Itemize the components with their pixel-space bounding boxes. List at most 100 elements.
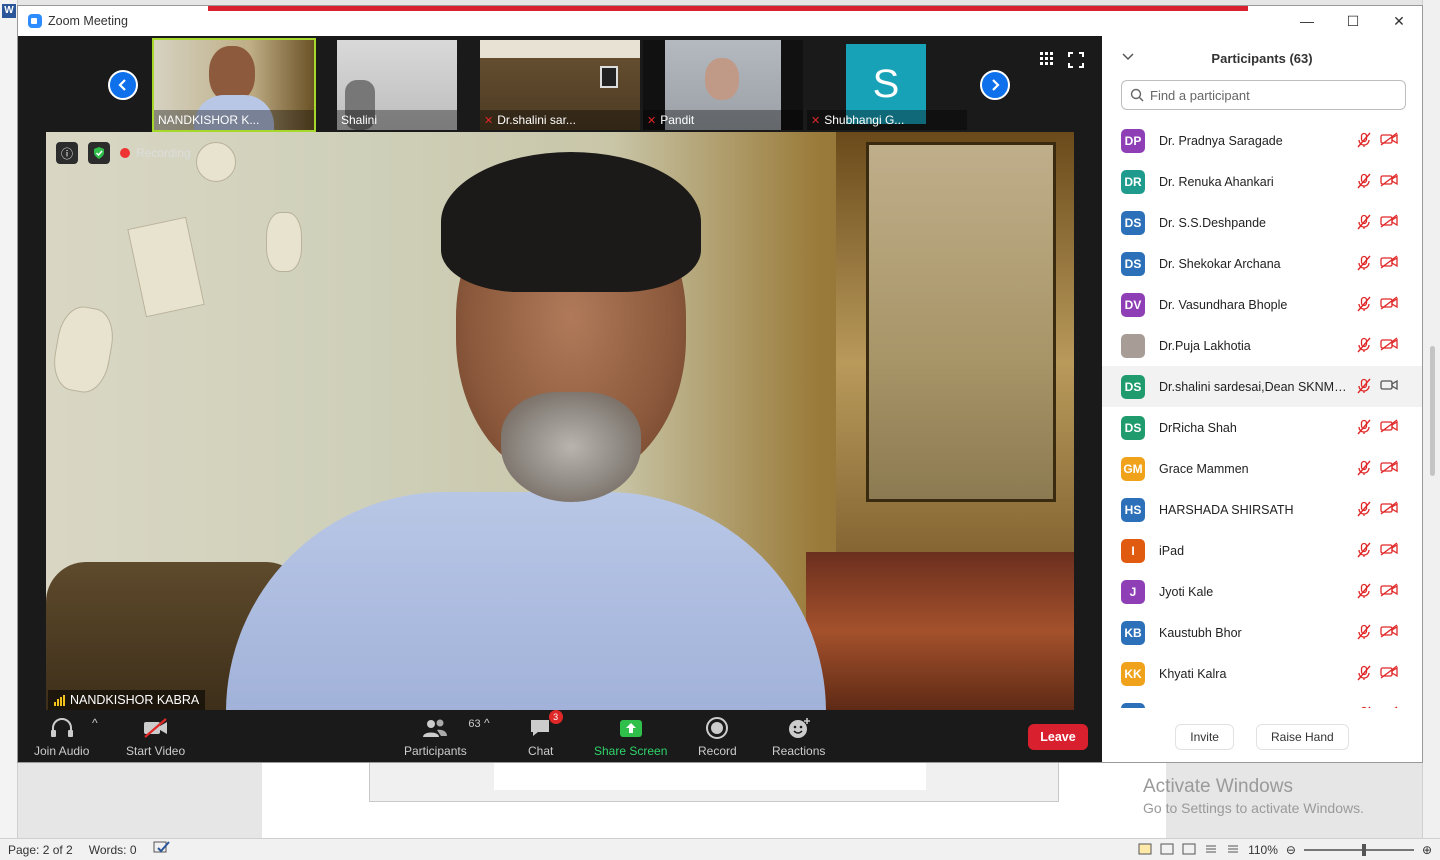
- participant-avatar: DR: [1121, 169, 1145, 194]
- collapse-panel-icon[interactable]: [1122, 50, 1134, 64]
- print-layout-icon[interactable]: [1138, 843, 1152, 858]
- grid-view-icon[interactable]: [1040, 52, 1054, 73]
- participant-row[interactable]: DP Dr. Pradnya Saragade: [1102, 120, 1422, 161]
- prev-page-button[interactable]: [108, 70, 138, 100]
- participant-row[interactable]: DV Dr. Vasundhara Bhople: [1102, 284, 1422, 325]
- participant-row[interactable]: Dr.Puja Lakhotia: [1102, 325, 1422, 366]
- participant-name: iPad: [1159, 543, 1185, 558]
- outline-icon[interactable]: [1204, 843, 1218, 858]
- reactions-icon: [788, 718, 810, 738]
- participant-name: Dr. Renuka Ahankari: [1159, 174, 1274, 189]
- participant-row[interactable]: MK Maithili Kulkarni: [1102, 694, 1422, 708]
- recording-indicator[interactable]: Recording: [120, 146, 191, 160]
- participant-row[interactable]: DS Dr.shalini sardesai,Dean SKNMC...: [1102, 366, 1422, 407]
- participant-list-scrollbar[interactable]: [1430, 346, 1435, 476]
- participant-status: [1356, 173, 1398, 192]
- thumbnail-video[interactable]: ✕ Dr.shalini sar...: [480, 40, 640, 130]
- word-count[interactable]: Words: 0: [81, 843, 145, 857]
- proofing-icon[interactable]: [145, 841, 179, 858]
- participant-name: Dr. Shekokar Archana: [1159, 256, 1281, 271]
- zoom-in-icon[interactable]: ⊕: [1422, 843, 1432, 857]
- leave-button[interactable]: Leave: [1028, 724, 1088, 750]
- participants-options-caret[interactable]: ^: [484, 716, 490, 730]
- raise-hand-button[interactable]: Raise Hand: [1255, 724, 1349, 750]
- video-off-icon: [1380, 337, 1398, 356]
- participant-row[interactable]: DS DrRicha Shah: [1102, 407, 1422, 448]
- participant-status: [1356, 214, 1398, 233]
- join-audio-button[interactable]: Join Audio: [34, 716, 89, 758]
- video-off-icon: [1380, 337, 1398, 351]
- share-screen-button[interactable]: Share Screen: [594, 716, 667, 758]
- reactions-button[interactable]: Reactions: [772, 716, 825, 758]
- participant-status: [1356, 706, 1398, 708]
- next-page-button[interactable]: [980, 70, 1010, 100]
- search-input[interactable]: [1150, 87, 1400, 103]
- participant-avatar: MK: [1121, 702, 1145, 708]
- participants-button[interactable]: 63 Participants: [404, 716, 481, 758]
- draft-icon[interactable]: [1226, 843, 1240, 858]
- muted-mic-icon: [1356, 132, 1372, 151]
- security-shield-icon[interactable]: [88, 142, 110, 164]
- word-nested-page: [494, 762, 926, 790]
- participant-row[interactable]: DS Dr. S.S.Deshpande: [1102, 202, 1422, 243]
- thumbnail-avatar[interactable]: S ✕ Shubhangi G...: [807, 40, 967, 130]
- participant-row[interactable]: HS HARSHADA SHIRSATH: [1102, 489, 1422, 530]
- participant-name: Dr. Pradnya Saragade: [1159, 133, 1283, 148]
- video-off-icon: [1380, 296, 1398, 310]
- close-button[interactable]: ✕: [1376, 6, 1422, 36]
- page-count[interactable]: Page: 2 of 2: [0, 843, 81, 857]
- signal-bars-icon: [54, 694, 65, 706]
- video-off-icon: [1380, 624, 1398, 643]
- muted-mic-icon: [1356, 706, 1372, 708]
- thumbnail-name: ✕ Dr.shalini sar...: [480, 110, 640, 130]
- participant-avatar: GM: [1121, 456, 1145, 481]
- read-mode-icon[interactable]: [1160, 843, 1174, 858]
- participant-row[interactable]: GM Grace Mammen: [1102, 448, 1422, 489]
- participant-name: Dr. Vasundhara Bhople: [1159, 297, 1288, 312]
- record-button[interactable]: Record: [698, 716, 737, 758]
- start-video-button[interactable]: Start Video: [126, 716, 185, 758]
- participant-row[interactable]: IiPad: [1102, 530, 1422, 571]
- zoom-level[interactable]: 110%: [1248, 843, 1278, 857]
- participant-avatar: I: [1121, 538, 1145, 563]
- maximize-button[interactable]: ☐: [1330, 6, 1376, 36]
- video-off-icon: [1394, 706, 1398, 708]
- thumbnail-name: Shalini: [337, 110, 457, 130]
- muted-mic-icon: [1356, 337, 1372, 356]
- muted-mic-icon: [1356, 460, 1372, 479]
- chat-button[interactable]: 3 Chat: [528, 710, 563, 758]
- participant-search[interactable]: [1121, 80, 1406, 110]
- participant-name: Grace Mammen: [1159, 461, 1249, 476]
- participant-row[interactable]: KK Khyati Kalra: [1102, 653, 1422, 694]
- thumbnail-video[interactable]: Shalini: [337, 40, 457, 130]
- participant-row[interactable]: KB Kaustubh Bhor: [1102, 612, 1422, 653]
- thumbnail-video[interactable]: ✕ Pandit: [643, 40, 803, 130]
- zoom-out-icon[interactable]: ⊖: [1286, 843, 1296, 857]
- web-layout-icon[interactable]: [1182, 843, 1196, 858]
- participant-row[interactable]: J Jyoti Kale: [1102, 571, 1422, 612]
- fullscreen-icon[interactable]: [1068, 52, 1084, 73]
- thumbnail-name: ✕ Pandit: [643, 110, 803, 130]
- minimize-button[interactable]: —: [1284, 6, 1330, 36]
- muted-mic-icon: [1356, 624, 1372, 643]
- zoom-slider[interactable]: [1303, 844, 1414, 856]
- invite-button[interactable]: Invite: [1175, 724, 1234, 750]
- record-dot-icon: [120, 148, 130, 158]
- participant-row[interactable]: DR Dr. Renuka Ahankari: [1102, 161, 1422, 202]
- video-off-icon: [1380, 132, 1398, 146]
- participant-row[interactable]: DS Dr. Shekokar Archana: [1102, 243, 1422, 284]
- participant-name: Maithili Kulkarni: [1159, 708, 1351, 709]
- chat-badge: 3: [548, 710, 563, 724]
- participant-avatar: DV: [1121, 292, 1145, 317]
- active-speaker-video[interactable]: ⓘ Recording NANDKISHOR KABRA: [46, 132, 1074, 710]
- muted-mic-icon: [1356, 542, 1372, 561]
- headphones-icon: [50, 718, 73, 737]
- video-off-icon: [1380, 583, 1398, 602]
- participant-count: 63: [468, 718, 481, 730]
- audio-options-caret[interactable]: ^: [92, 716, 98, 730]
- video-off-icon: [1380, 173, 1398, 187]
- activate-title: Activate Windows: [1143, 776, 1293, 797]
- info-icon[interactable]: ⓘ: [56, 142, 78, 164]
- thumbnail-video[interactable]: NANDKISHOR K...: [152, 38, 316, 132]
- participant-avatar: J: [1121, 579, 1145, 604]
